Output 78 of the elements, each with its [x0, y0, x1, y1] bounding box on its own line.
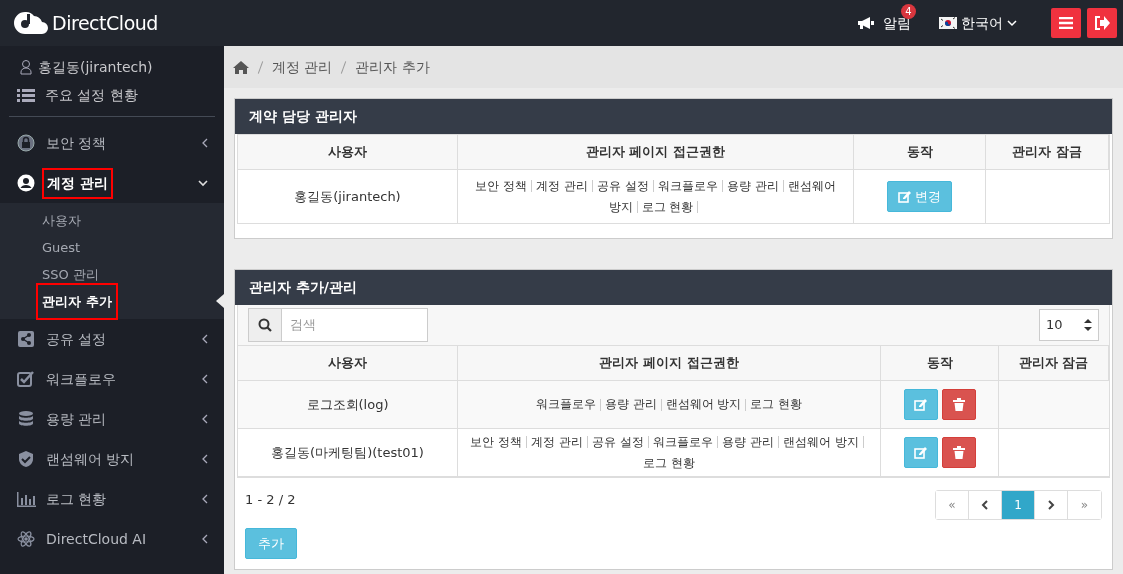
logout-button[interactable] [1087, 8, 1117, 38]
chevron-left-icon [202, 138, 208, 148]
megaphone-icon [857, 16, 875, 30]
permissions-text: 보안 정책 계정 관리 공유 설정 워크플로우 용량 관리 랜섬웨어 방지 로그 현황 [458, 431, 880, 474]
delete-button[interactable] [941, 437, 976, 468]
table-cell: 홍길동(jirantech) [238, 170, 458, 223]
chevron-left-icon [202, 374, 208, 384]
nav-subitem[interactable]: 관리자 추가 [36, 282, 118, 321]
search-icon [258, 318, 272, 332]
breadcrumb-link[interactable]: 계정 관리 [272, 56, 333, 78]
flag-icon [939, 17, 957, 29]
nav-item[interactable]: 용량 관리 [42, 408, 111, 430]
nav-item[interactable]: 공유 설정 [42, 328, 111, 350]
language-dropdown[interactable]: 한국어 [961, 12, 1017, 34]
overview-link[interactable]: 주요 설정 현황 [45, 84, 138, 106]
chevron-left-icon [981, 500, 989, 510]
range-text: 1 - 2 / 2 [245, 491, 296, 509]
breadcrumb-current: 관리자 추가 [355, 57, 430, 77]
nav-item[interactable]: 워크플로우 [42, 368, 120, 390]
trash-icon [952, 446, 965, 459]
edit-icon [914, 446, 927, 459]
atom-icon [17, 530, 36, 548]
shield-icon [17, 450, 36, 468]
column-header: 관리자 잠금 [986, 135, 1109, 169]
chevron-left-icon [202, 454, 208, 464]
column-header: 관리자 잠금 [999, 346, 1109, 380]
user-icon [20, 59, 32, 75]
page-size-select[interactable]: 10 [1039, 309, 1099, 341]
cloud-logo-icon [14, 12, 48, 34]
chevron-left-icon [202, 334, 208, 344]
nav-subitem[interactable]: 사용자 [36, 210, 87, 231]
edit-icon [914, 398, 927, 411]
nav-item[interactable]: 랜섬웨어 방지 [42, 448, 139, 470]
pointer-icon [216, 294, 224, 308]
nav-subitem[interactable]: Guest [36, 237, 87, 258]
trash-icon [952, 398, 965, 411]
nav-item[interactable]: 계정 관리 [42, 167, 113, 199]
notification-count-badge: 4 [901, 3, 916, 19]
column-header: 관리자 페이지 접근권한 [458, 135, 854, 169]
table-cell: 홍길동(마케팅팀)(test01) [238, 429, 458, 476]
panel-title: 계약 담당 관리자 [235, 99, 1112, 134]
user-name: 홍길동(jirantech) [38, 57, 153, 77]
delete-button[interactable] [941, 389, 976, 420]
column-header: 관리자 페이지 접근권한 [458, 346, 881, 380]
edit-icon [898, 190, 911, 203]
home-icon [233, 60, 249, 74]
chevron-left-icon [202, 414, 208, 424]
nav-item[interactable]: DirectCloud AI [42, 528, 151, 550]
chevron-down-icon [1007, 19, 1017, 27]
chevron-down-icon [198, 179, 208, 187]
nav-subitem[interactable]: SSO 관리 [36, 264, 105, 285]
chevron-right-icon [1047, 500, 1055, 510]
lock-icon [17, 134, 36, 152]
panel-title: 관리자 추가/관리 [235, 270, 1112, 305]
nav-item[interactable]: 로그 현황 [42, 488, 111, 510]
bar-chart-icon [17, 490, 36, 508]
permissions-text: 보안 정책 계정 관리 공유 설정 워크플로우 용량 관리 랜섬웨어 방지 로그 현황 [474, 177, 837, 216]
menu-icon [1059, 17, 1073, 29]
chevron-left-icon [202, 494, 208, 504]
column-header: 사용자 [238, 135, 458, 169]
checkbox-icon [17, 370, 36, 388]
user-circle-icon [17, 174, 36, 192]
pagination-first-button[interactable]: « [936, 491, 969, 519]
permissions-text: 워크플로우 용량 관리 랜섬웨어 방지 로그 현황 [534, 396, 804, 413]
column-header: 사용자 [238, 346, 458, 380]
menu-button[interactable] [1051, 8, 1081, 38]
search-field[interactable]: 검색 [282, 308, 428, 342]
database-icon [17, 410, 36, 428]
logout-icon [1094, 16, 1110, 30]
table-cell: 로그조회(log) [238, 381, 458, 428]
nav-item[interactable]: 보안 정책 [42, 132, 111, 154]
share-icon [17, 330, 36, 348]
column-header: 동작 [854, 135, 986, 169]
list-icon [17, 87, 35, 103]
sort-icon [1084, 319, 1092, 331]
column-header: 동작 [881, 346, 999, 380]
chevron-left-icon [202, 534, 208, 544]
brand-name: DirectCloud [52, 10, 158, 36]
